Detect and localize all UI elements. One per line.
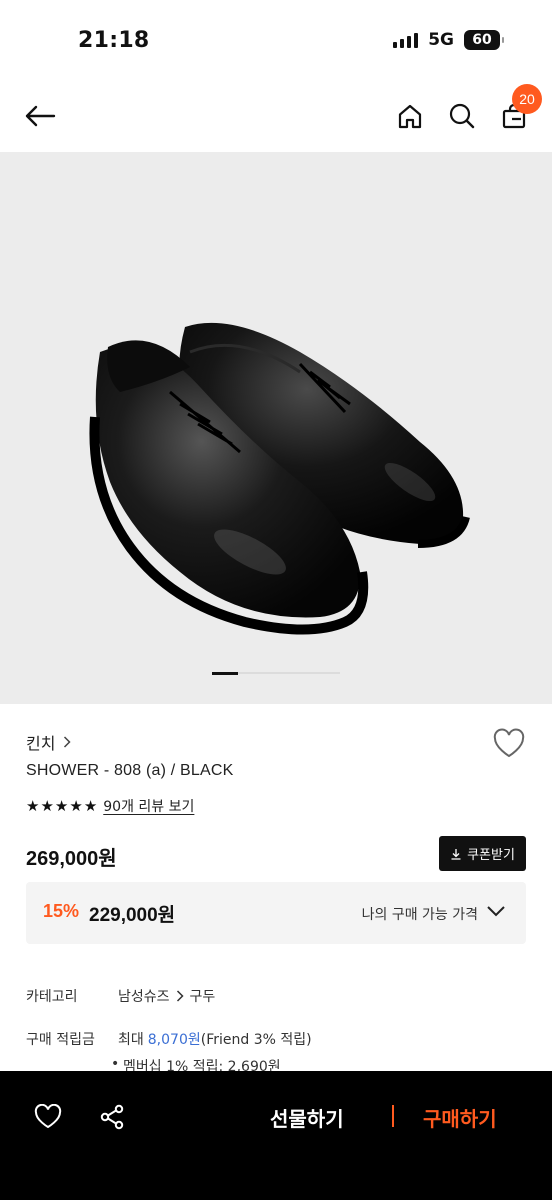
buy-button[interactable]: 구매하기 xyxy=(423,1103,497,1132)
points-suffix: (Friend 3% 적립) xyxy=(200,1032,312,1048)
download-icon xyxy=(451,848,461,860)
like-button[interactable] xyxy=(28,1101,68,1133)
points-prefix: 최대 xyxy=(118,1032,144,1048)
signal-icon xyxy=(393,32,419,48)
brand-link[interactable]: 킨치 xyxy=(26,730,72,754)
rating-row: ★ ★ ★ ★ ★ 90개 리뷰 보기 xyxy=(26,796,194,816)
battery-icon: 60 xyxy=(464,30,504,50)
bottom-action-bar: 선물하기 구매하기 xyxy=(0,1071,552,1200)
star-icon: ★ xyxy=(69,797,83,815)
home-button[interactable] xyxy=(390,96,430,136)
gallery-pagination xyxy=(212,672,340,675)
my-price-dropdown[interactable]: 15% 229,000원 나의 구매 가능 가격 xyxy=(26,882,526,944)
my-price-label: 나의 구매 가능 가격 xyxy=(361,907,478,923)
rating-stars: ★ ★ ★ ★ ★ xyxy=(26,797,97,815)
gallery-pagination-active xyxy=(212,672,238,675)
product-image-gallery[interactable] xyxy=(0,152,552,704)
original-price: 269,000원 xyxy=(26,848,117,870)
coupon-button[interactable]: 쿠폰받기 xyxy=(439,836,526,871)
home-icon xyxy=(398,104,422,129)
star-icon: ★ xyxy=(54,797,69,815)
heart-outline-icon xyxy=(493,728,525,758)
chevron-right-icon xyxy=(176,990,184,1002)
share-button[interactable] xyxy=(92,1101,132,1133)
sale-price: 229,000원 xyxy=(89,905,176,926)
cart-count-badge: 20 xyxy=(512,84,542,114)
points-value: 8,070원 xyxy=(147,1032,201,1048)
category-level-1[interactable]: 남성슈즈 xyxy=(118,986,170,1006)
chevron-down-icon xyxy=(487,906,505,917)
category-label: 카테고리 xyxy=(26,989,78,1005)
discount-rate: 15% xyxy=(43,901,80,921)
gift-button[interactable]: 선물하기 xyxy=(270,1103,344,1132)
network-type: 5G xyxy=(428,30,454,50)
search-button[interactable] xyxy=(442,96,482,136)
category-breadcrumb: 남성슈즈 구두 xyxy=(118,986,215,1006)
share-icon xyxy=(100,1104,124,1130)
brand-name: 킨치 xyxy=(26,734,56,753)
status-time: 21:18 xyxy=(78,28,150,53)
points-label: 구매 적립금 xyxy=(26,1032,95,1048)
coupon-label: 쿠폰받기 xyxy=(467,848,515,863)
review-link[interactable]: 90개 리뷰 보기 xyxy=(103,796,194,816)
arrow-left-icon xyxy=(25,105,56,127)
top-nav: 20 xyxy=(0,80,552,152)
product-name: SHOWER - 808 (a) / BLACK xyxy=(26,762,234,779)
product-image xyxy=(89,322,470,635)
star-icon: ★ xyxy=(26,797,40,815)
wishlist-button[interactable] xyxy=(492,728,526,764)
status-icons: 5G 60 xyxy=(393,30,504,50)
back-button[interactable] xyxy=(20,96,60,136)
status-bar: 21:18 5G 60 xyxy=(0,0,552,80)
search-icon xyxy=(449,103,475,129)
action-divider xyxy=(392,1105,394,1127)
chevron-right-icon xyxy=(64,736,72,748)
points-value-line: 최대 8,070원 (Friend 3% 적립) xyxy=(118,1029,312,1049)
heart-outline-icon xyxy=(34,1104,62,1129)
star-icon: ★ xyxy=(40,797,54,815)
category-level-2[interactable]: 구두 xyxy=(190,986,216,1006)
star-icon: ★ xyxy=(83,797,98,815)
